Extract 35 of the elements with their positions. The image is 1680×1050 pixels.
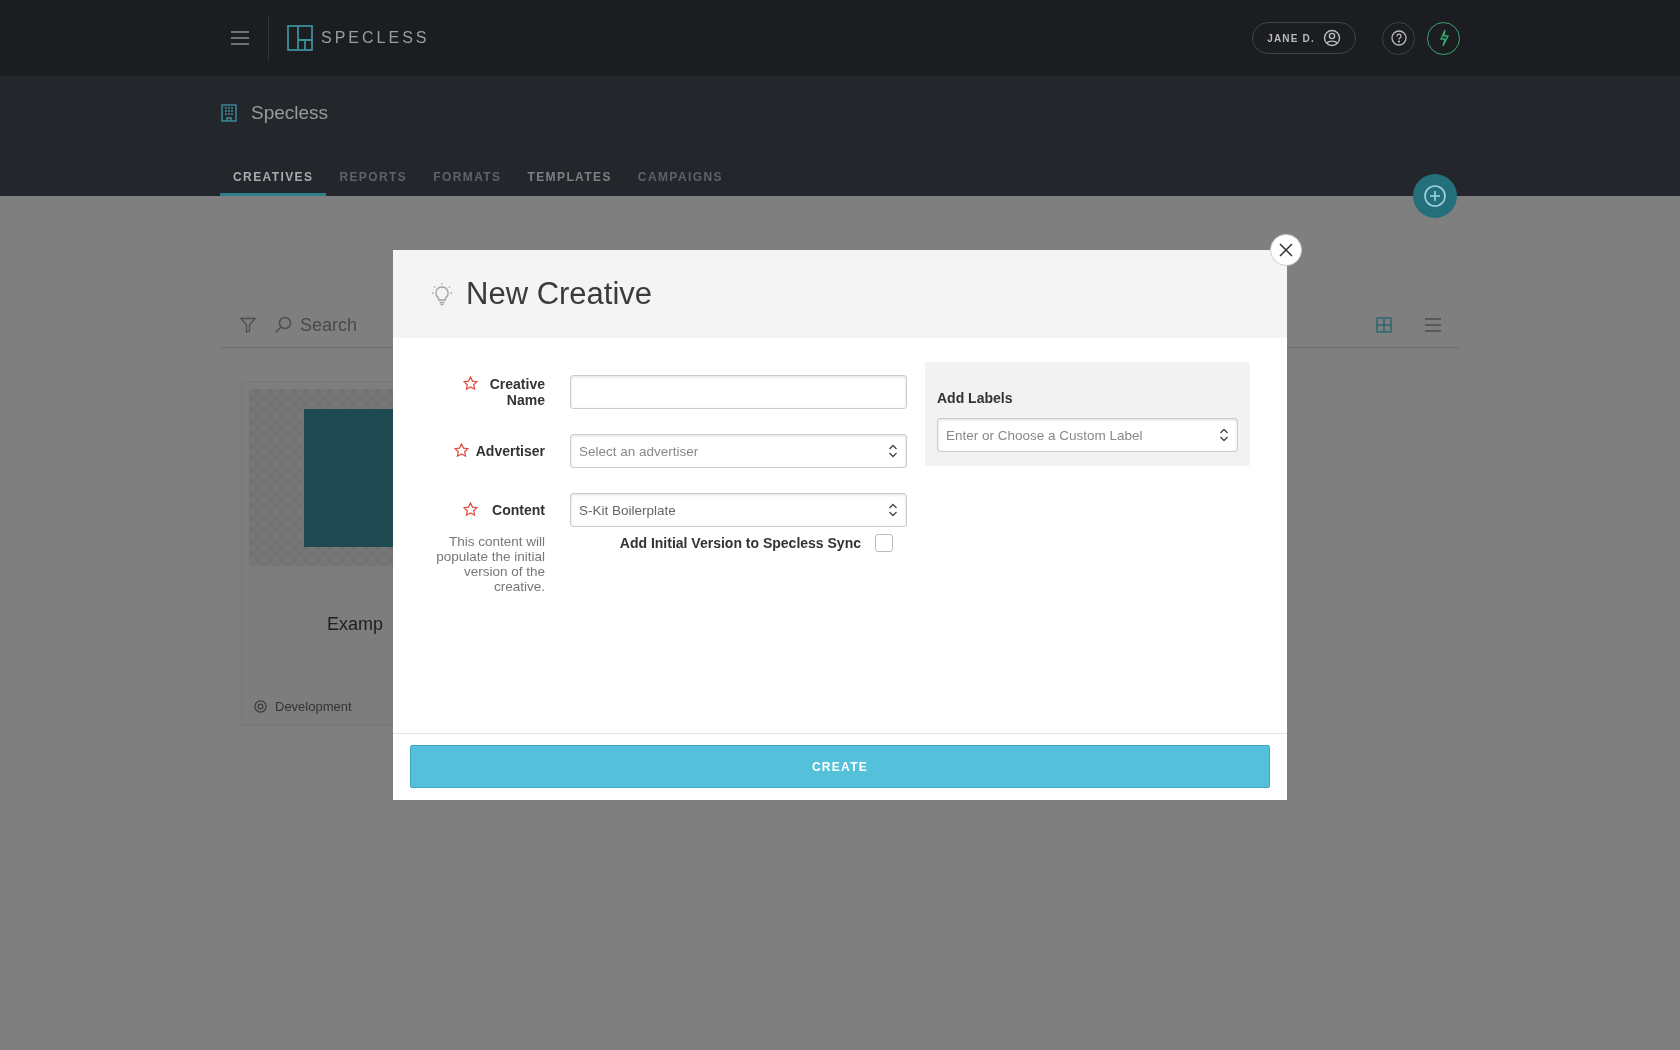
target-icon: [254, 700, 267, 713]
help-icon: [1390, 30, 1407, 46]
sync-checkbox[interactable]: [875, 534, 893, 552]
label-select-field[interactable]: Enter or Choose a Custom Label: [937, 418, 1238, 452]
select-field[interactable]: S-Kit Boilerplate: [570, 493, 907, 527]
filter-icon[interactable]: [240, 317, 256, 333]
panel-title: Add Labels: [937, 390, 1014, 406]
brand-name: SPECLESS: [321, 29, 430, 47]
close-icon: [1279, 243, 1293, 257]
search-icon: [274, 316, 292, 334]
field-label: Creative Name: [488, 376, 545, 408]
chevron-up-down-icon: [888, 444, 898, 458]
chevron-up-down-icon: [888, 503, 898, 517]
select-field[interactable]: Select an advertiser: [570, 434, 907, 468]
dialog-title: New Creative: [466, 276, 653, 312]
plus-icon: [1423, 184, 1447, 208]
creative-title: Examp: [327, 614, 384, 635]
text-field[interactable]: [570, 375, 907, 409]
user-icon: [1323, 29, 1341, 47]
lightbulb-icon: [431, 282, 453, 306]
lightning-icon: [1437, 29, 1450, 47]
building-icon: [220, 104, 238, 122]
checkbox-label: Add Initial Version to Specless Sync: [619, 535, 861, 551]
close-button[interactable]: [1270, 234, 1302, 266]
chevron-up-down-icon: [1219, 428, 1229, 442]
status-label: Development: [275, 699, 352, 714]
workspace-title: Specless: [251, 102, 329, 124]
help-text: This content will populate the initial version of the creative.: [435, 534, 545, 594]
tab[interactable]: CREATIVES: [220, 170, 327, 196]
field-label: Content: [491, 502, 545, 518]
add-button[interactable]: [1413, 174, 1457, 218]
tab[interactable]: TEMPLATES: [514, 170, 625, 196]
field-label: Advertiser: [475, 443, 545, 459]
create-button[interactable]: CREATE: [410, 745, 1270, 788]
logo-icon: [287, 25, 313, 51]
